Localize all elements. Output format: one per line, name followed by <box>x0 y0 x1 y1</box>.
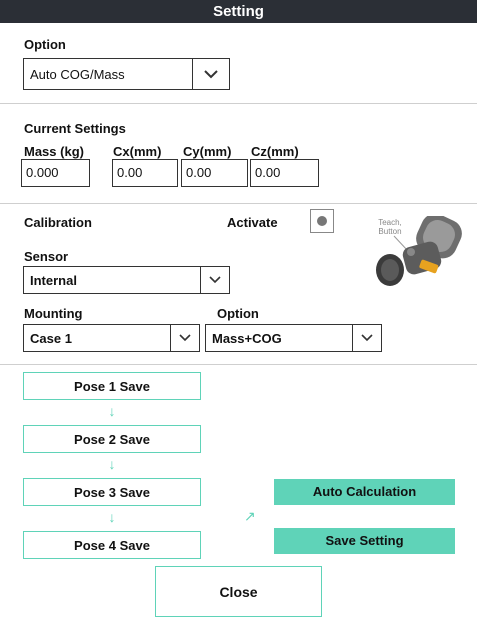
mass-field[interactable]: 0.000 <box>21 159 90 187</box>
cy-field[interactable]: 0.00 <box>181 159 248 187</box>
mounting-select[interactable]: Case 1 <box>23 324 200 352</box>
divider <box>0 203 477 204</box>
activate-toggle[interactable] <box>310 209 334 233</box>
sensor-label: Sensor <box>24 249 69 264</box>
calibration-option-label: Option <box>217 306 259 321</box>
divider <box>0 103 477 104</box>
arrow-down-icon: ↓ <box>108 403 116 419</box>
save-setting-button[interactable]: Save Setting <box>274 528 455 554</box>
current-settings-label: Current Settings <box>24 121 126 136</box>
pose-1-save-button[interactable]: Pose 1 Save <box>23 372 201 400</box>
cy-label: Cy(mm) <box>183 144 232 159</box>
mounting-select-value: Case 1 <box>30 331 72 346</box>
chevron-down-icon[interactable] <box>170 325 199 351</box>
arrow-up-right-icon: ↗ <box>244 508 256 524</box>
calibration-label: Calibration <box>24 215 92 230</box>
pose-3-save-button[interactable]: Pose 3 Save <box>23 478 201 506</box>
option-select-value: Auto COG/Mass <box>30 67 125 82</box>
sensor-select-value: Internal <box>30 273 77 288</box>
chevron-down-icon[interactable] <box>352 325 381 351</box>
close-button[interactable]: Close <box>155 566 322 617</box>
toggle-dot <box>317 216 327 226</box>
robot-arm-image: Teach, Button <box>366 216 470 290</box>
calibration-option-select-value: Mass+COG <box>212 331 282 346</box>
auto-calculation-button[interactable]: Auto Calculation <box>274 479 455 505</box>
cz-label: Cz(mm) <box>251 144 299 159</box>
pose-2-save-button[interactable]: Pose 2 Save <box>23 425 201 453</box>
cz-field[interactable]: 0.00 <box>250 159 319 187</box>
chevron-down-icon[interactable] <box>200 267 229 293</box>
title-bar: Setting <box>0 0 477 23</box>
option-select[interactable]: Auto COG/Mass <box>23 58 230 90</box>
divider <box>0 364 477 365</box>
activate-label: Activate <box>227 215 278 230</box>
cx-field[interactable]: 0.00 <box>112 159 178 187</box>
mounting-label: Mounting <box>24 306 83 321</box>
option-label: Option <box>24 37 66 52</box>
calibration-option-select[interactable]: Mass+COG <box>205 324 382 352</box>
chevron-down-icon[interactable] <box>192 59 229 89</box>
mass-label: Mass (kg) <box>24 144 84 159</box>
dialog-title: Setting <box>213 3 264 20</box>
cx-label: Cx(mm) <box>113 144 162 159</box>
arrow-down-icon: ↓ <box>108 456 116 472</box>
pose-4-save-button[interactable]: Pose 4 Save <box>23 531 201 559</box>
sensor-select[interactable]: Internal <box>23 266 230 294</box>
arrow-down-icon: ↓ <box>108 509 116 525</box>
